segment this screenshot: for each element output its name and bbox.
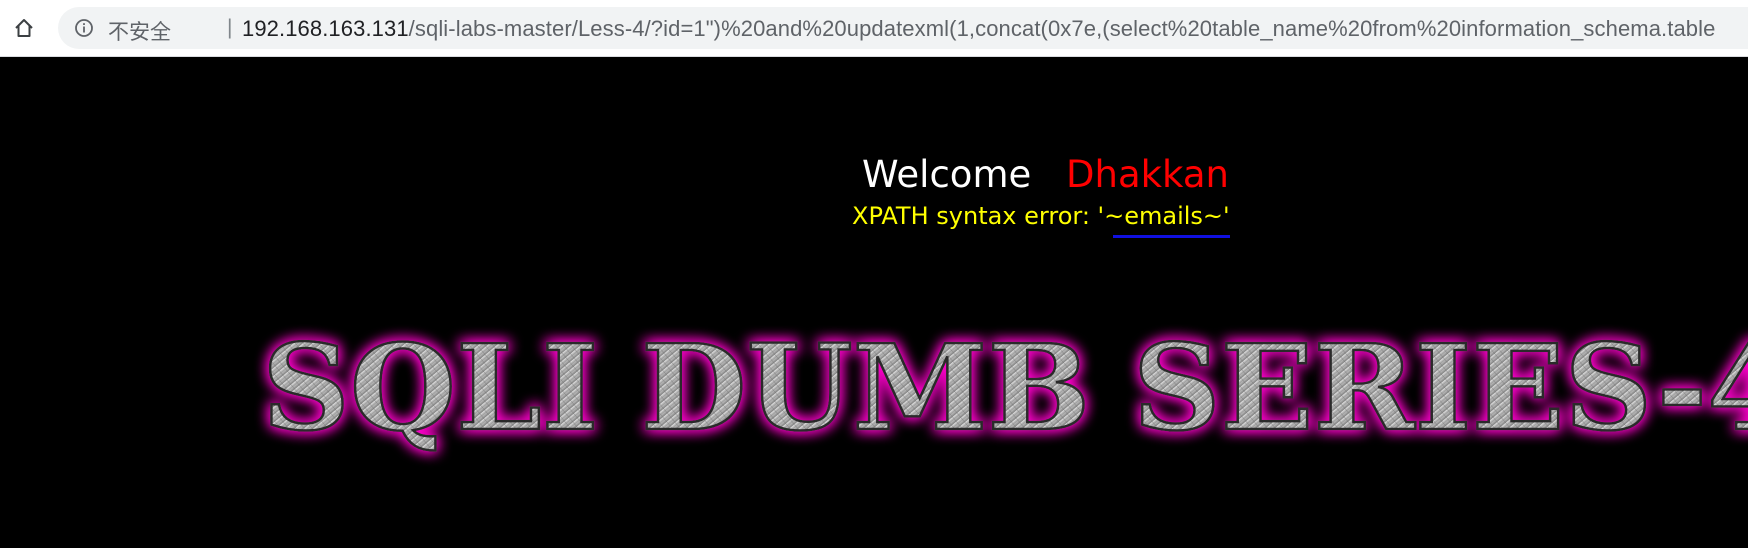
url-host: 192.168.163.131: [242, 16, 409, 41]
url-path: /sqli-labs-master/Less-4/?id=1")%20and%2…: [408, 16, 1716, 41]
page-content: Welcome Dhakkan XPATH syntax error: '~em…: [0, 57, 1748, 548]
url-text[interactable]: 192.168.163.131/sqli-labs-master/Less-4/…: [242, 16, 1715, 42]
info-icon[interactable]: [74, 18, 94, 38]
banner-title: SQLI DUMB SERIES-4: [262, 318, 1748, 457]
home-button[interactable]: [8, 12, 40, 44]
home-icon: [15, 19, 33, 37]
address-separator: |: [227, 16, 233, 39]
banner-title-image: SQLI DUMB SERIES-4: [261, 317, 1748, 459]
browser-toolbar: 不安全 | 192.168.163.131/sqli-labs-master/L…: [0, 0, 1748, 56]
security-status-label[interactable]: 不安全: [108, 16, 171, 46]
address-bar[interactable]: 不安全 | 192.168.163.131/sqli-labs-master/L…: [58, 7, 1748, 49]
